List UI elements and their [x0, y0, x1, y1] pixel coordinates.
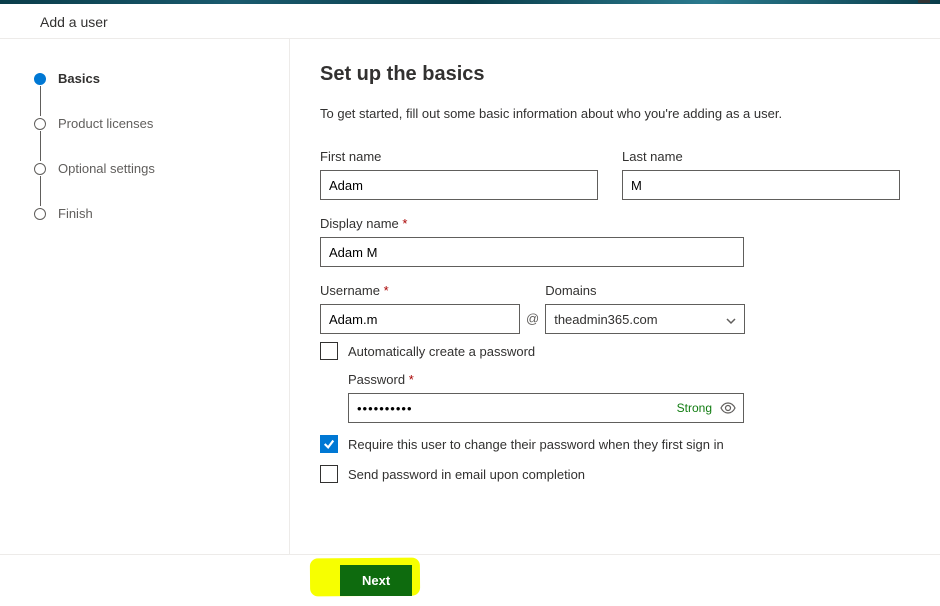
step-indicator-icon [34, 163, 46, 175]
auto-password-label: Automatically create a password [348, 344, 535, 359]
form-title: Set up the basics [320, 63, 900, 86]
last-name-label: Last name [622, 149, 900, 164]
page-header: Add a user [0, 4, 940, 39]
at-symbol: @ [526, 304, 539, 334]
page-title: Add a user [40, 14, 108, 30]
last-name-input[interactable] [622, 170, 900, 200]
send-email-label: Send password in email upon completion [348, 467, 585, 482]
step-finish[interactable]: Finish [34, 206, 269, 221]
wizard-steps-sidebar: Basics Product licenses Optional setting… [0, 39, 290, 554]
send-email-checkbox[interactable] [320, 465, 338, 483]
username-label: Username [320, 283, 520, 298]
step-indicator-icon [34, 118, 46, 130]
require-change-label: Require this user to change their passwo… [348, 437, 724, 452]
domain-value: theadmin365.com [554, 312, 657, 327]
password-strength: Strong [677, 393, 712, 423]
chevron-down-icon [726, 314, 736, 324]
display-name-input[interactable] [320, 237, 744, 267]
domain-select[interactable]: theadmin365.com [545, 304, 745, 334]
step-optional-settings[interactable]: Optional settings [34, 161, 269, 176]
first-name-input[interactable] [320, 170, 598, 200]
display-name-label: Display name [320, 216, 744, 231]
next-button[interactable]: Next [340, 565, 412, 596]
step-product-licenses[interactable]: Product licenses [34, 116, 269, 131]
auto-password-checkbox[interactable] [320, 342, 338, 360]
step-indicator-icon [34, 208, 46, 220]
password-label: Password [348, 372, 900, 387]
step-basics[interactable]: Basics [34, 71, 269, 86]
require-change-checkbox[interactable] [320, 435, 338, 453]
username-input[interactable] [320, 304, 520, 334]
domains-label: Domains [545, 283, 745, 298]
first-name-label: First name [320, 149, 598, 164]
footer: Next [0, 554, 940, 606]
eye-icon[interactable] [720, 400, 736, 416]
form-subtitle: To get started, fill out some basic info… [320, 106, 900, 121]
main-content: Set up the basics To get started, fill o… [290, 39, 940, 554]
top-decorative-bar [0, 0, 940, 4]
step-indicator-icon [34, 73, 46, 85]
